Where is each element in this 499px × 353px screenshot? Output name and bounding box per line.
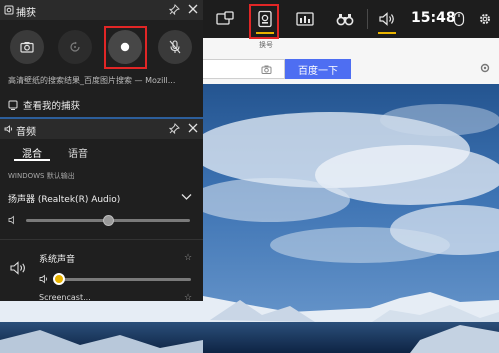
- settings-icon: [480, 14, 490, 24]
- audio-button[interactable]: [373, 0, 401, 38]
- capture-panel: 捕获 高清壁纸的搜索结果_百度图片搜索 — Mozill... 查看我的捕获: [0, 0, 203, 117]
- game-bar-top: 15:48: [203, 0, 499, 39]
- pin-icon[interactable]: [169, 123, 180, 134]
- speaker-muted-icon[interactable]: [8, 215, 20, 225]
- next-app-label: Screencast...: [39, 293, 91, 302]
- capture-panel-icon: [4, 5, 14, 15]
- camera-icon[interactable]: [261, 64, 272, 75]
- chevron-down-icon[interactable]: [181, 193, 192, 201]
- default-output-label: WINDOWS 默认输出: [8, 172, 75, 180]
- speaker-icon: [10, 261, 25, 275]
- see-my-captures-link[interactable]: 查看我的捕获: [8, 98, 80, 112]
- section-divider: [0, 239, 203, 240]
- capture-panel-title: 捕获: [16, 8, 36, 19]
- output-device-select[interactable]: 扬声器 (Realtek(R) Audio): [8, 192, 120, 205]
- close-icon[interactable]: [187, 3, 199, 15]
- audio-panel-header: 音频: [0, 119, 203, 139]
- capture-panel-header: 捕获: [0, 0, 203, 20]
- tab-mix[interactable]: 混合: [22, 145, 42, 160]
- highlight-box: [249, 4, 279, 39]
- pin-icon[interactable]: [169, 4, 180, 15]
- audio-panel: 音频 混合 语音 WINDOWS 默认输出 扬声器 (Realtek(R) Au…: [0, 119, 203, 303]
- looking-for-group-icon: [336, 14, 354, 26]
- app-volume-slider[interactable]: [55, 278, 191, 281]
- screenshot-icon: [20, 42, 34, 53]
- app-volume-thumb[interactable]: [53, 273, 66, 285]
- audio-icon: [379, 12, 394, 26]
- see-my-captures-label: 查看我的捕获: [23, 101, 81, 112]
- highlight-box: [104, 26, 147, 69]
- device-volume-thumb[interactable]: [103, 215, 114, 226]
- active-indicator: [378, 32, 396, 34]
- audio-panel-icon: [4, 125, 13, 133]
- record-last-30s-icon: [70, 41, 80, 52]
- gallery-icon: [8, 100, 18, 110]
- mouse-button[interactable]: [447, 0, 471, 38]
- browser-search-input[interactable]: [203, 59, 285, 79]
- system-sounds-label: 系统声音: [39, 255, 76, 265]
- settings-button[interactable]: [473, 0, 497, 38]
- performance-button[interactable]: [291, 0, 319, 38]
- audio-panel-title: 音频: [16, 127, 36, 138]
- favorite-star-icon[interactable]: ☆: [184, 293, 192, 303]
- looking-for-group-button[interactable]: [331, 0, 359, 38]
- active-tab-indicator: [14, 159, 50, 161]
- close-icon[interactable]: [187, 122, 199, 134]
- screenshot-button[interactable]: [10, 30, 44, 64]
- capture-caption: 高清壁纸的搜索结果_百度图片搜索 — Mozill...: [8, 76, 176, 85]
- browser-search-button[interactable]: 百度一下: [285, 59, 351, 79]
- mic-off-icon: [169, 40, 181, 54]
- widget-menu-icon: [216, 11, 234, 25]
- performance-icon: [296, 12, 314, 26]
- microphone-toggle-button[interactable]: [158, 30, 192, 64]
- favorite-star-icon[interactable]: ☆: [184, 253, 192, 263]
- audio-tabs: 混合 语音: [0, 141, 203, 165]
- browser-settings-icon[interactable]: [479, 62, 491, 74]
- tab-voice[interactable]: 语音: [68, 145, 88, 160]
- record-last-30s-button[interactable]: [58, 30, 92, 64]
- toolbar-divider: [367, 9, 368, 29]
- widget-menu-button[interactable]: [211, 0, 239, 38]
- browser-partial-text: 换号: [259, 41, 273, 49]
- browser-page-strip: 换号 百度一下: [203, 38, 499, 84]
- mouse-icon: [453, 11, 465, 27]
- app-volume-icon[interactable]: [39, 274, 49, 284]
